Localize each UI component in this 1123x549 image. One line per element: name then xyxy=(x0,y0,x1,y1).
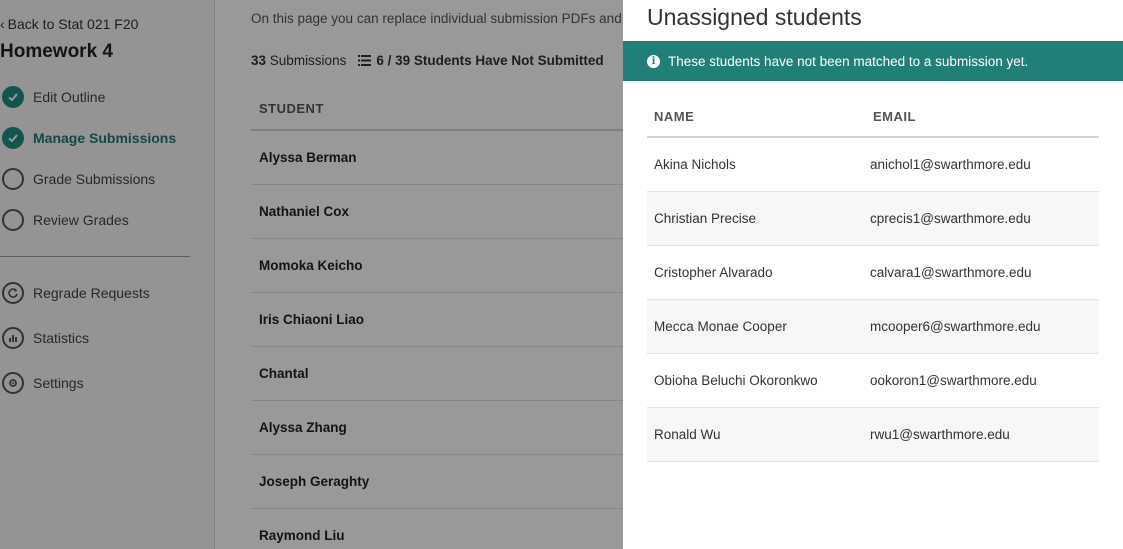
student-name: Obioha Beluchi Okoronkwo xyxy=(654,373,818,388)
student-email: rwu1@swarthmore.edu xyxy=(870,427,1010,442)
unassigned-students-panel: Unassigned students i These students hav… xyxy=(623,0,1123,549)
table-row: Akina Nichols anichol1@swarthmore.edu xyxy=(647,138,1099,192)
student-name: Ronald Wu xyxy=(654,427,721,442)
modal-backdrop[interactable] xyxy=(0,0,623,549)
unassigned-students-table: NAME EMAIL Akina Nichols anichol1@swarth… xyxy=(647,96,1099,462)
email-column-header[interactable]: EMAIL xyxy=(862,109,1099,124)
student-email: calvara1@swarthmore.edu xyxy=(870,265,1032,280)
table-row: Cristopher Alvarado calvara1@swarthmore.… xyxy=(647,246,1099,300)
student-name: Cristopher Alvarado xyxy=(654,265,773,280)
info-icon: i xyxy=(647,54,660,68)
name-column-header[interactable]: NAME xyxy=(647,109,862,124)
info-banner: i These students have not been matched t… xyxy=(623,41,1123,81)
table-row: Ronald Wu rwu1@swarthmore.edu xyxy=(647,408,1099,462)
student-name: Mecca Monae Cooper xyxy=(654,319,787,334)
table-header: NAME EMAIL xyxy=(647,96,1099,138)
student-email: ookoron1@swarthmore.edu xyxy=(870,373,1037,388)
table-row: Christian Precise cprecis1@swarthmore.ed… xyxy=(647,192,1099,246)
table-row: Obioha Beluchi Okoronkwo ookoron1@swarth… xyxy=(647,354,1099,408)
student-name: Christian Precise xyxy=(654,211,757,226)
student-email: cprecis1@swarthmore.edu xyxy=(870,211,1031,226)
student-email: anichol1@swarthmore.edu xyxy=(870,157,1031,172)
table-row: Mecca Monae Cooper mcooper6@swarthmore.e… xyxy=(647,300,1099,354)
banner-text: These students have not been matched to … xyxy=(668,53,1029,69)
student-name: Akina Nichols xyxy=(654,157,736,172)
student-email: mcooper6@swarthmore.edu xyxy=(870,319,1041,334)
panel-title: Unassigned students xyxy=(647,4,862,30)
